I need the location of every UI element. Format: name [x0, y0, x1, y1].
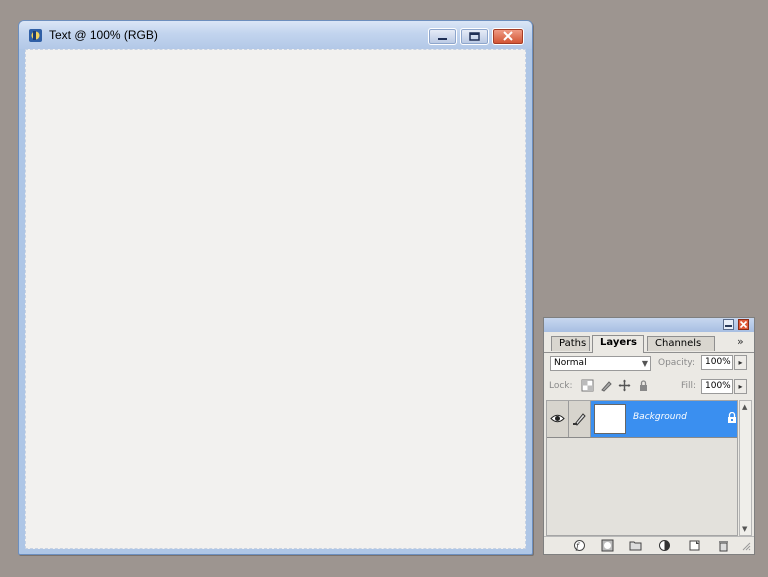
scroll-down-icon[interactable]: ▼	[742, 525, 747, 533]
visibility-toggle[interactable]	[547, 401, 569, 437]
paintbrush-icon	[573, 413, 586, 426]
scroll-up-icon[interactable]: ▲	[742, 403, 747, 411]
chevron-down-icon: ▼	[641, 359, 648, 368]
palette-tabs: Paths Layers Channels »	[544, 333, 754, 353]
blend-mode-value: Normal	[554, 358, 587, 368]
document-titlebar[interactable]: Text @ 100% (RGB)	[19, 21, 532, 49]
lock-all-icon[interactable]	[637, 379, 650, 392]
palette-close-button[interactable]	[738, 319, 749, 330]
palette-footer: f	[544, 536, 754, 554]
palette-minimize-button[interactable]	[723, 319, 734, 330]
add-mask-icon[interactable]	[601, 539, 614, 552]
minimize-icon	[438, 38, 447, 40]
layer-thumbnail[interactable]	[594, 404, 626, 434]
new-layer-icon[interactable]	[688, 539, 701, 552]
layer-edit-indicator[interactable]	[569, 401, 591, 437]
fill-input[interactable]: 100%	[701, 379, 733, 394]
layers-list[interactable]: Background	[546, 400, 738, 536]
new-group-icon[interactable]	[629, 539, 642, 552]
palette-menu-button[interactable]: »	[737, 335, 744, 348]
lock-position-icon[interactable]	[618, 379, 631, 392]
opacity-input[interactable]: 100%	[701, 355, 733, 370]
minimize-icon	[725, 325, 732, 327]
opacity-label: Opacity:	[658, 358, 695, 368]
close-button[interactable]	[492, 28, 524, 45]
palette-titlebar[interactable]	[544, 318, 754, 332]
tab-channels[interactable]: Channels	[647, 336, 715, 351]
layers-scrollbar[interactable]: ▲ ▼	[739, 400, 752, 536]
opacity-slider-button[interactable]: ▸	[734, 355, 747, 370]
lock-label: Lock:	[549, 381, 573, 391]
close-icon	[503, 31, 513, 41]
document-title: Text @ 100% (RGB)	[49, 28, 158, 42]
document-window[interactable]: Text @ 100% (RGB)	[18, 20, 533, 555]
tab-paths[interactable]: Paths	[551, 336, 590, 351]
adjustment-layer-icon[interactable]	[658, 539, 671, 552]
eye-icon	[550, 414, 565, 423]
photoshop-app-icon	[29, 29, 42, 42]
document-canvas[interactable]	[25, 49, 526, 549]
lock-transparent-icon[interactable]	[581, 379, 594, 392]
maximize-button[interactable]	[460, 28, 489, 45]
close-icon	[739, 320, 748, 329]
delete-layer-icon[interactable]	[717, 539, 730, 552]
layer-name[interactable]: Background	[633, 412, 687, 422]
layers-palette[interactable]: Paths Layers Channels » Normal ▼ Opacity…	[543, 317, 755, 555]
fill-slider-button[interactable]: ▸	[734, 379, 747, 394]
blend-mode-select[interactable]: Normal ▼	[550, 356, 651, 371]
layer-lock-icon	[728, 412, 736, 423]
fill-label: Fill:	[681, 381, 697, 391]
tab-layers[interactable]: Layers	[592, 335, 644, 353]
lock-image-icon[interactable]	[600, 379, 613, 392]
minimize-button[interactable]	[428, 28, 457, 45]
layer-style-icon[interactable]: f	[573, 539, 586, 552]
maximize-icon	[469, 32, 480, 41]
layer-row-background[interactable]: Background	[547, 401, 737, 438]
resize-grip-icon[interactable]	[742, 542, 751, 551]
